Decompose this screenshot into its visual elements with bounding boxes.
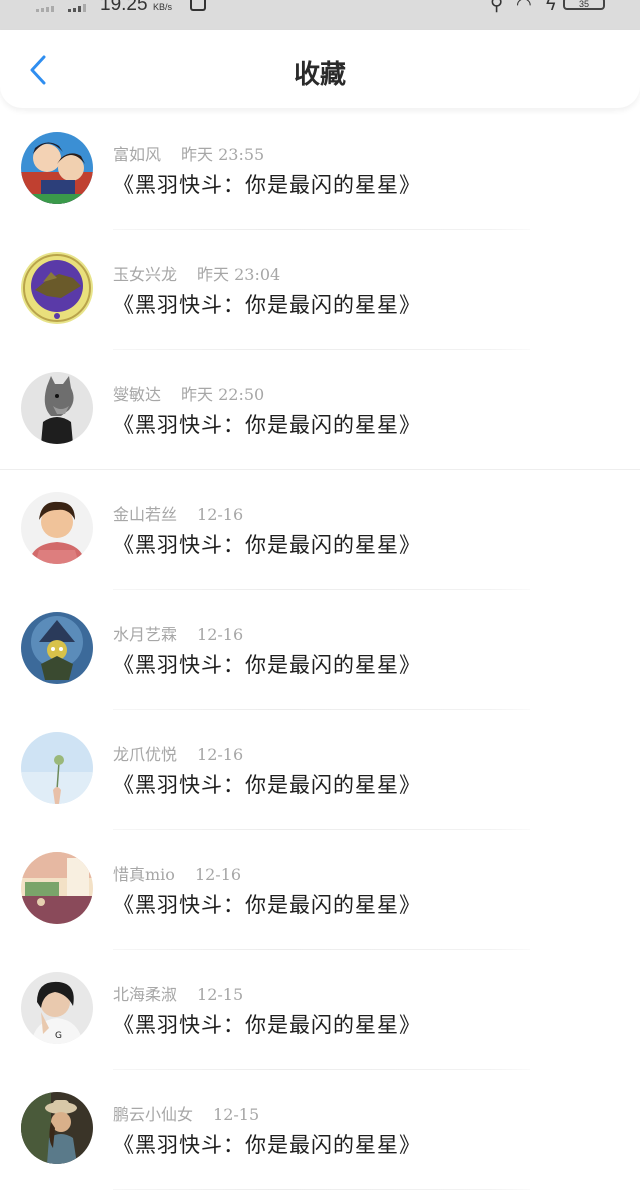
user-name: 惜真mio bbox=[113, 865, 175, 884]
signal-icon bbox=[36, 4, 54, 12]
page-header: 收藏 bbox=[0, 30, 640, 108]
charging-icon: ϟ bbox=[546, 0, 556, 14]
item-meta: 水月艺霖 12-16 bbox=[113, 621, 243, 645]
user-name: 富如风 bbox=[113, 145, 162, 164]
list-item[interactable]: 金山若丝 12-16 《黑羽快斗：你是最闪的星星》 bbox=[0, 470, 640, 590]
item-meta: 惜真mio 12-16 bbox=[113, 861, 241, 885]
item-meta: 玉女兴龙 昨天 23:04 bbox=[113, 261, 280, 285]
timestamp: 12-16 bbox=[197, 745, 244, 764]
avatar[interactable] bbox=[21, 732, 93, 804]
timestamp: 12-16 bbox=[197, 625, 244, 644]
avatar[interactable] bbox=[21, 612, 93, 684]
item-meta: 燮敏达 昨天 22:50 bbox=[113, 381, 264, 405]
message-text: 《黑羽快斗：你是最闪的星星》 bbox=[113, 293, 421, 317]
list-item[interactable]: 燮敏达 昨天 22:50 《黑羽快斗：你是最闪的星星》 bbox=[0, 350, 640, 470]
location-icon: ⚲ bbox=[490, 0, 504, 14]
message-text: 《黑羽快斗：你是最闪的星星》 bbox=[113, 893, 421, 917]
timestamp: 昨天 23:04 bbox=[197, 265, 281, 284]
avatar[interactable] bbox=[21, 852, 93, 924]
timestamp: 12-15 bbox=[213, 1105, 260, 1124]
page-title: 收藏 bbox=[293, 60, 346, 90]
user-name: 水月艺霖 bbox=[113, 625, 178, 644]
message-text: 《黑羽快斗：你是最闪的星星》 bbox=[113, 533, 421, 557]
divider bbox=[113, 1189, 530, 1190]
message-text: 《黑羽快斗：你是最闪的星星》 bbox=[113, 1013, 421, 1037]
timestamp: 12-16 bbox=[194, 865, 242, 884]
message-text: 《黑羽快斗：你是最闪的星星》 bbox=[113, 653, 421, 677]
network-speed-unit: KB/s bbox=[153, 2, 173, 12]
network-speed: 19.25 bbox=[100, 0, 148, 15]
item-meta: 北海柔淑 12-15 bbox=[113, 981, 243, 1005]
avatar[interactable]: G bbox=[21, 972, 93, 1044]
battery-icon: 35 bbox=[563, 0, 605, 10]
wifi-icon: ◠ bbox=[516, 0, 532, 14]
timestamp: 12-16 bbox=[197, 505, 244, 524]
avatar[interactable] bbox=[21, 372, 93, 444]
avatar[interactable] bbox=[21, 132, 93, 204]
avatar[interactable] bbox=[21, 252, 93, 324]
list-item[interactable]: G 北海柔淑 12-15 《黑羽快斗：你是最闪的星星》 bbox=[0, 950, 640, 1070]
avatar[interactable] bbox=[21, 1092, 93, 1164]
nfc-icon bbox=[190, 0, 206, 11]
list-item[interactable]: 富如风 昨天 23:55 《黑羽快斗：你是最闪的星星》 bbox=[0, 110, 640, 230]
item-meta: 富如风 昨天 23:55 bbox=[113, 141, 264, 165]
list-item[interactable]: 鹏云小仙女 12-15 《黑羽快斗：你是最闪的星星》 bbox=[0, 1070, 640, 1190]
avatar[interactable] bbox=[21, 492, 93, 564]
signal-icon-2 bbox=[68, 4, 86, 12]
user-name: 龙爪优悦 bbox=[113, 745, 178, 764]
message-text: 《黑羽快斗：你是最闪的星星》 bbox=[113, 173, 421, 197]
user-name: 北海柔淑 bbox=[113, 985, 178, 1004]
list-item[interactable]: 龙爪优悦 12-16 《黑羽快斗：你是最闪的星星》 bbox=[0, 710, 640, 830]
item-meta: 鹏云小仙女 12-15 bbox=[113, 1101, 259, 1125]
list-item[interactable]: 玉女兴龙 昨天 23:04 《黑羽快斗：你是最闪的星星》 bbox=[0, 230, 640, 350]
message-text: 《黑羽快斗：你是最闪的星星》 bbox=[113, 413, 421, 437]
item-meta: 龙爪优悦 12-16 bbox=[113, 741, 243, 765]
user-name: 燮敏达 bbox=[113, 385, 162, 404]
message-text: 《黑羽快斗：你是最闪的星星》 bbox=[113, 773, 421, 797]
timestamp: 昨天 22:50 bbox=[181, 385, 265, 404]
message-text: 《黑羽快斗：你是最闪的星星》 bbox=[113, 1133, 421, 1157]
timestamp: 12-15 bbox=[197, 985, 244, 1004]
svg-text:G: G bbox=[55, 1031, 62, 1041]
favorites-list: 富如风 昨天 23:55 《黑羽快斗：你是最闪的星星》 玉女兴龙 昨天 23:04 … bbox=[0, 110, 640, 1190]
user-name: 鹏云小仙女 bbox=[113, 1105, 194, 1124]
user-name: 金山若丝 bbox=[113, 505, 178, 524]
status-bar: 19.25 KB/s ⚲ ◠ ϟ 35 bbox=[0, 0, 640, 30]
list-item[interactable]: 惜真mio 12-16 《黑羽快斗：你是最闪的星星》 bbox=[0, 830, 640, 950]
timestamp: 昨天 23:55 bbox=[181, 145, 265, 164]
user-name: 玉女兴龙 bbox=[113, 265, 178, 284]
item-meta: 金山若丝 12-16 bbox=[113, 501, 243, 525]
list-item[interactable]: 水月艺霖 12-16 《黑羽快斗：你是最闪的星星》 bbox=[0, 590, 640, 710]
